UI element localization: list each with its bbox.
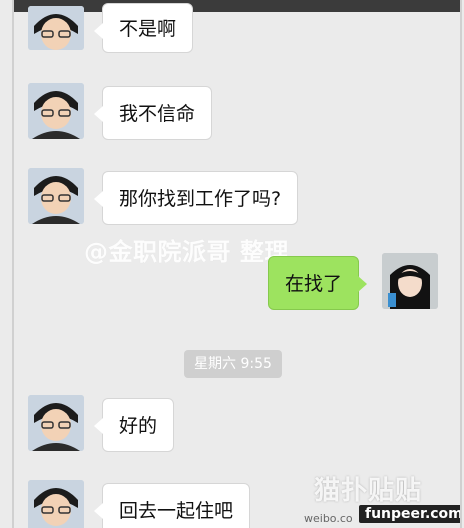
message-bubble-incoming[interactable]: 好的 (93, 398, 175, 452)
contact-avatar[interactable] (28, 480, 84, 528)
message-bubble-outgoing[interactable]: 在找了 (268, 256, 368, 310)
watermark-credit: @金职院派哥 整理 (84, 238, 289, 266)
message-bubble-incoming[interactable]: 回去一起住吧 (93, 483, 251, 528)
contact-avatar[interactable] (28, 395, 84, 451)
watermark-weibo: weibo.co (304, 512, 353, 525)
chat-window: 不是啊 我不信命 那你找到工作了吗? @金职院派哥 整理 在找了 星期六 9:5… (12, 0, 462, 528)
message-bubble-incoming[interactable]: 不是啊 (93, 3, 194, 53)
message-bubble-incoming[interactable]: 那你找到工作了吗? (93, 171, 299, 225)
message-bubble-incoming[interactable]: 我不信命 (93, 86, 213, 140)
contact-avatar[interactable] (28, 6, 84, 50)
self-avatar[interactable] (382, 253, 438, 309)
timestamp-label: 星期六 9:55 (184, 350, 282, 378)
contact-avatar[interactable] (28, 83, 84, 139)
contact-avatar[interactable] (28, 168, 84, 224)
watermark-logo: 猫扑贴贴 (314, 476, 423, 506)
watermark-site: funpeer.com (359, 505, 460, 523)
